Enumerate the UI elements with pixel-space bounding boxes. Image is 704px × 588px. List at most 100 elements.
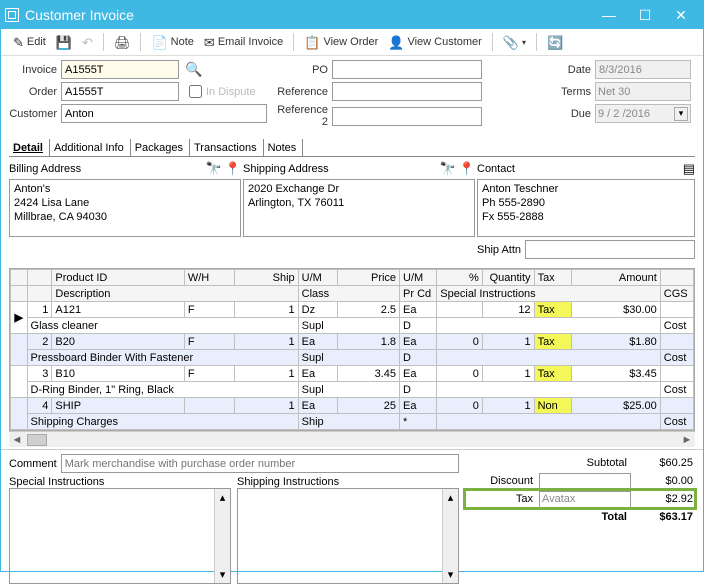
po-field[interactable] bbox=[332, 60, 482, 79]
in-dispute-checkbox[interactable] bbox=[189, 85, 202, 98]
calendar-dropdown-icon: ▾ bbox=[674, 107, 688, 121]
maximize-button[interactable]: ☐ bbox=[627, 1, 663, 29]
attach-button[interactable]: 📎▾ bbox=[499, 34, 530, 51]
edit-label: Edit bbox=[27, 36, 46, 48]
scroll-thumb[interactable] bbox=[27, 434, 47, 446]
tax-label: Tax bbox=[465, 493, 539, 505]
card-icon[interactable]: ▤ bbox=[683, 161, 695, 177]
row-pointer-icon: ▶ bbox=[11, 302, 28, 334]
discount-field[interactable] bbox=[539, 473, 631, 490]
binoculars-icon[interactable]: 🔭 bbox=[206, 161, 222, 177]
bottom-panel: Comment Special Instructions ▴▾ Shipping… bbox=[1, 449, 703, 588]
col-cgs[interactable]: CGS bbox=[660, 286, 693, 302]
ship-attn-field[interactable] bbox=[525, 240, 695, 259]
view-order-button[interactable]: 📋View Order bbox=[300, 34, 382, 51]
col-tax[interactable]: Tax bbox=[534, 270, 571, 286]
table-row[interactable]: Shipping ChargesShip*Cost bbox=[11, 414, 694, 430]
table-row[interactable]: D-Ring Binder, 1" Ring, BlackSuplDCost bbox=[11, 382, 694, 398]
ship-attn-label: Ship Attn bbox=[477, 244, 521, 256]
col-price[interactable]: Price bbox=[337, 270, 399, 286]
tab-notes[interactable]: Notes bbox=[264, 139, 304, 156]
table-row[interactable]: ▶1A121F1Dz2.5Ea12Tax$30.00 bbox=[11, 302, 694, 318]
table-row[interactable]: 4SHIP1Ea25Ea01Non$25.00 bbox=[11, 398, 694, 414]
view-order-label: View Order bbox=[323, 36, 378, 48]
table-row[interactable]: 3B10F1Ea3.45Ea01Tax$3.45 bbox=[11, 366, 694, 382]
in-dispute-label: In Dispute bbox=[206, 86, 256, 98]
tax-value: $2.92 bbox=[633, 493, 695, 505]
grid-horizontal-scrollbar[interactable]: ◄ ► bbox=[9, 431, 695, 447]
scrollbar[interactable]: ▴▾ bbox=[214, 489, 230, 583]
tab-bar: Detail Additional Info Packages Transact… bbox=[9, 139, 695, 157]
scroll-left-icon[interactable]: ◄ bbox=[9, 434, 25, 446]
invoice-field[interactable] bbox=[61, 60, 179, 79]
view-customer-button[interactable]: 👤View Customer bbox=[384, 34, 486, 51]
refresh-button[interactable]: 🔄 bbox=[543, 34, 567, 51]
pin-icon[interactable]: 📍 bbox=[225, 161, 241, 177]
note-button[interactable]: 📄Note bbox=[147, 34, 197, 51]
scroll-down-icon[interactable]: ▾ bbox=[220, 568, 226, 581]
col-ship[interactable]: Ship bbox=[234, 270, 298, 286]
billing-address-label: Billing Address bbox=[9, 163, 81, 175]
total-value: $63.17 bbox=[633, 511, 695, 523]
edit-button[interactable]: ✎Edit bbox=[9, 34, 50, 51]
po-label: PO bbox=[274, 64, 332, 76]
scroll-up-icon[interactable]: ▴ bbox=[220, 491, 226, 504]
print-button[interactable]: 🖨 bbox=[110, 34, 135, 51]
scroll-right-icon[interactable]: ► bbox=[679, 434, 695, 446]
app-icon bbox=[5, 8, 19, 22]
customer-label: Customer bbox=[9, 108, 61, 120]
col-um2[interactable]: U/M bbox=[400, 270, 437, 286]
tab-detail[interactable]: Detail bbox=[9, 139, 50, 156]
order-label: Order bbox=[9, 86, 61, 98]
special-instructions-box[interactable]: ▴▾ bbox=[9, 488, 231, 584]
scrollbar[interactable]: ▴▾ bbox=[442, 489, 458, 583]
shipping-address-label: Shipping Address bbox=[243, 163, 329, 175]
shipping-instructions-box[interactable]: ▴▾ bbox=[237, 488, 459, 584]
terms-dropdown[interactable]: Net 30 bbox=[595, 82, 691, 101]
table-row[interactable]: 2B20F1Ea1.8Ea01Tax$1.80 bbox=[11, 334, 694, 350]
email-label: Email Invoice bbox=[218, 36, 283, 48]
close-button[interactable]: ✕ bbox=[663, 1, 699, 29]
tab-transactions[interactable]: Transactions bbox=[190, 139, 264, 156]
minimize-button[interactable]: — bbox=[591, 1, 627, 29]
titlebar: Customer Invoice — ☐ ✕ bbox=[1, 1, 703, 29]
col-class[interactable]: Class bbox=[298, 286, 399, 302]
col-wh[interactable]: W/H bbox=[184, 270, 234, 286]
table-row[interactable]: Glass cleanerSuplDCost bbox=[11, 318, 694, 334]
col-product-id[interactable]: Product ID bbox=[52, 270, 184, 286]
date-field bbox=[595, 60, 691, 79]
subtotal-value: $60.25 bbox=[633, 457, 695, 469]
pin-icon[interactable]: 📍 bbox=[459, 161, 475, 177]
col-pct[interactable]: % bbox=[437, 270, 483, 286]
invoice-label: Invoice bbox=[9, 64, 61, 76]
billing-address-box[interactable]: Anton's 2424 Lisa Lane Millbrae, CA 9403… bbox=[9, 179, 241, 237]
col-special-instr[interactable]: Special Instructions bbox=[437, 286, 661, 302]
reference2-field[interactable] bbox=[332, 107, 482, 126]
reference-field[interactable] bbox=[332, 82, 482, 101]
order-field[interactable] bbox=[61, 82, 179, 101]
scroll-up-icon[interactable]: ▴ bbox=[448, 491, 454, 504]
customer-field[interactable] bbox=[61, 104, 267, 123]
discount-value: $0.00 bbox=[633, 475, 695, 487]
col-description[interactable]: Description bbox=[52, 286, 298, 302]
reference2-label: Reference 2 bbox=[274, 104, 332, 128]
table-row[interactable]: Pressboard Binder With FastenerSuplDCost bbox=[11, 350, 694, 366]
shipping-address-box[interactable]: 2020 Exchange Dr Arlington, TX 76011 bbox=[243, 179, 475, 237]
col-um1[interactable]: U/M bbox=[298, 270, 337, 286]
col-prcd[interactable]: Pr Cd bbox=[400, 286, 437, 302]
scroll-down-icon[interactable]: ▾ bbox=[448, 568, 454, 581]
contact-label: Contact bbox=[477, 163, 515, 175]
contact-box[interactable]: Anton Teschner Ph 555-2890 Fx 555-2888 bbox=[477, 179, 695, 237]
binoculars-icon[interactable]: 🔭 bbox=[440, 161, 456, 177]
col-qty[interactable]: Quantity bbox=[482, 270, 534, 286]
tab-packages[interactable]: Packages bbox=[131, 139, 190, 156]
tab-additional-info[interactable]: Additional Info bbox=[50, 139, 131, 156]
tax-field[interactable] bbox=[539, 491, 631, 508]
search-icon[interactable]: 🔍 bbox=[185, 61, 202, 78]
comment-field[interactable] bbox=[61, 454, 459, 473]
due-datepicker[interactable]: 9 / 2 /2016▾ bbox=[595, 104, 691, 123]
email-invoice-button[interactable]: ✉Email Invoice bbox=[200, 34, 287, 51]
view-customer-label: View Customer bbox=[407, 36, 481, 48]
comment-label: Comment bbox=[9, 458, 57, 470]
col-amount[interactable]: Amount bbox=[571, 270, 660, 286]
